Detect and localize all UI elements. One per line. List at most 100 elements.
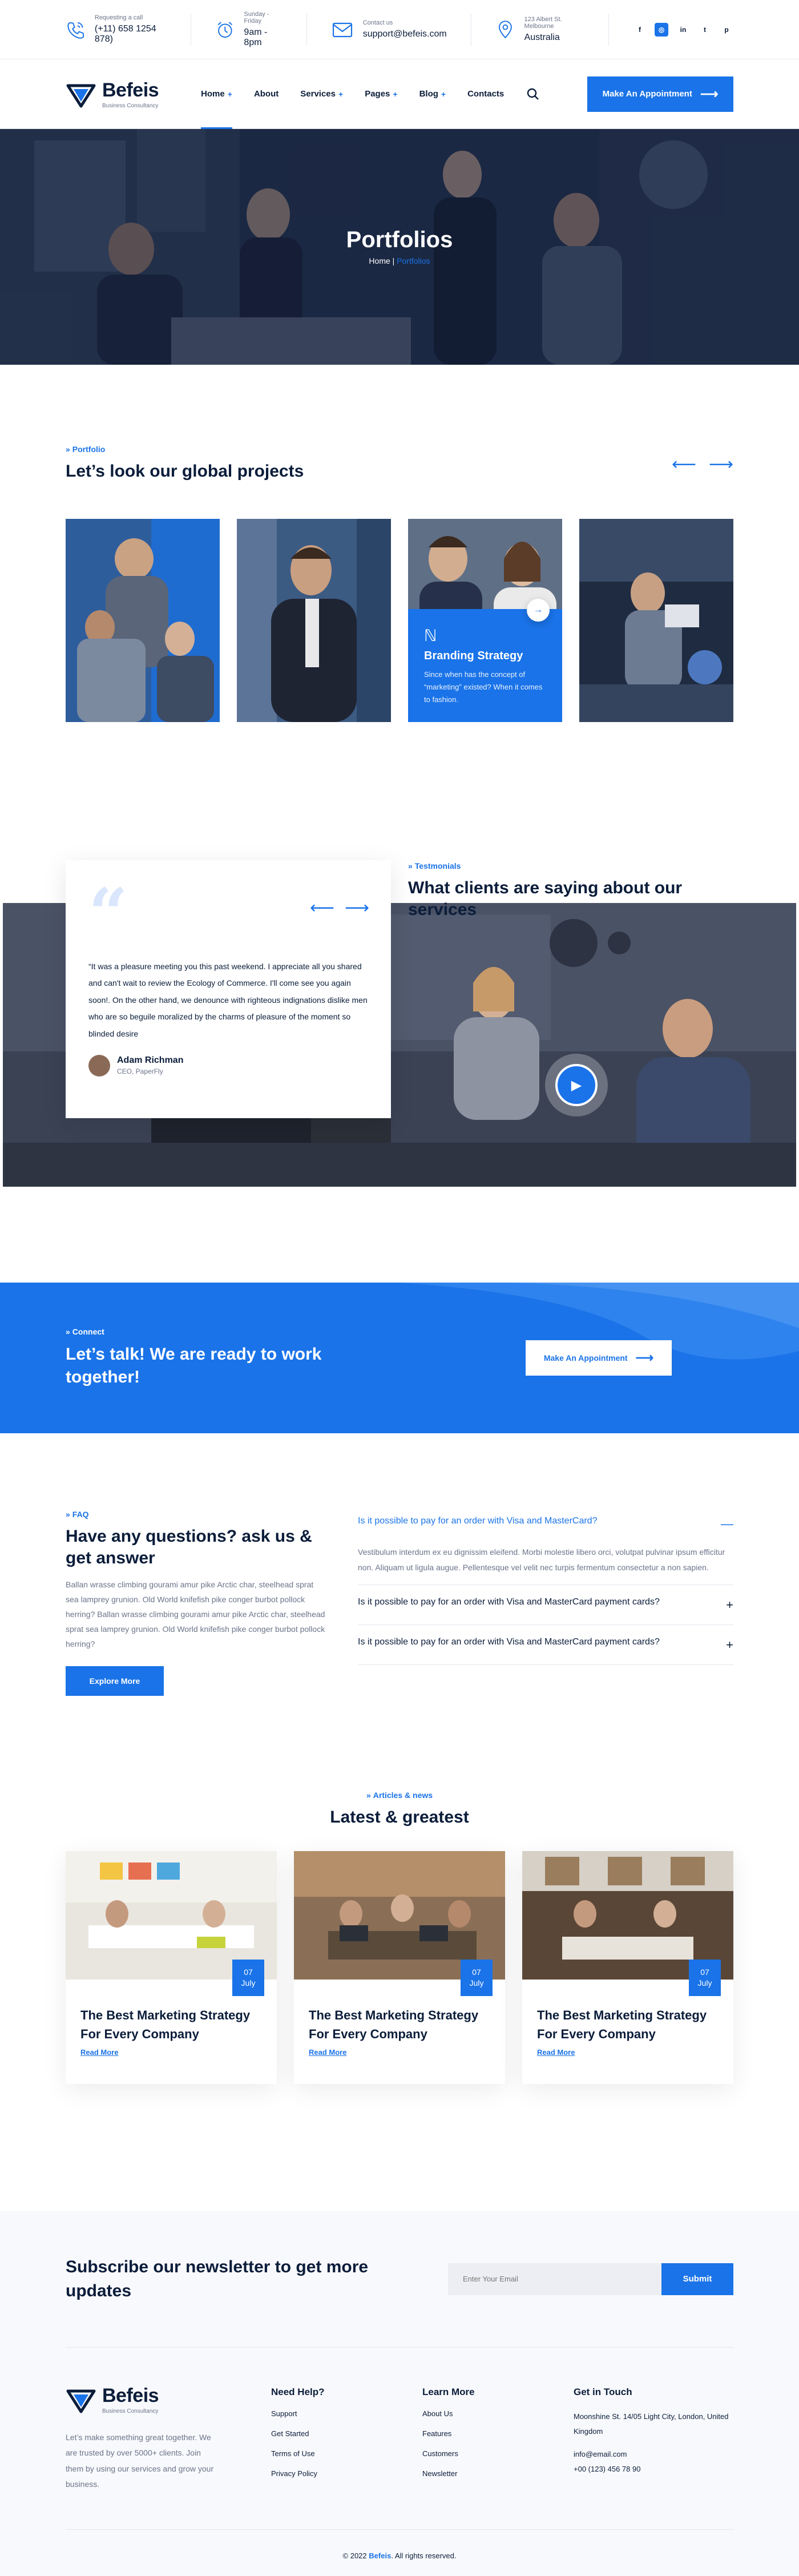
map-pin-icon: [498, 20, 512, 38]
logo-name: Befeis: [102, 79, 159, 101]
faq-question[interactable]: Is it possible to pay for an order with …: [358, 1513, 733, 1534]
testimonials-section: “ ⟵ ⟶ “It was a pleasure meeting you thi…: [0, 804, 799, 1283]
footer-link-terms[interactable]: Terms of Use: [271, 2449, 422, 2458]
blog-card[interactable]: 07 July The Best Marketing Strategy For E…: [66, 1851, 277, 2084]
minus-icon[interactable]: —: [721, 1513, 733, 1534]
plus-icon[interactable]: +: [726, 1634, 733, 1655]
submit-button[interactable]: Submit: [661, 2263, 733, 2295]
plus-icon[interactable]: +: [726, 1594, 733, 1615]
date-month: July: [241, 1978, 256, 1988]
footer-learn-column: Learn More About Us Features Customers N…: [422, 2384, 574, 2529]
dribbble-icon[interactable]: ◎: [655, 22, 668, 37]
footer-link-privacy[interactable]: Privacy Policy: [271, 2469, 422, 2478]
blog-card[interactable]: 07 July The Best Marketing Strategy For E…: [522, 1851, 733, 2084]
footer-email[interactable]: info@email.com: [574, 2447, 733, 2462]
logo-name: Befeis: [102, 2385, 159, 2406]
portfolio-card-featured[interactable]: ℕ Branding Strategy Since when has the c…: [408, 518, 562, 722]
footer-touch-column: Get in Touch Moonshine St. 14/05 Light C…: [574, 2384, 733, 2529]
portfolio-card[interactable]: [66, 518, 220, 722]
nav-pages[interactable]: Pages +: [365, 59, 397, 128]
footer-phone[interactable]: +00 (123) 456 78 90: [574, 2462, 733, 2477]
logo[interactable]: Befeis Business Consultancy: [66, 79, 159, 110]
portfolio-label-text: Portfolio: [72, 445, 106, 454]
testimonials-heading: » Testmonials What clients are saying abo…: [408, 861, 728, 920]
arrow-right-icon[interactable]: ⟶: [709, 454, 733, 474]
logo-tagline: Business Consultancy: [102, 2408, 159, 2414]
nav-contacts[interactable]: Contacts: [467, 59, 504, 128]
breadcrumb-separator: |: [392, 256, 395, 265]
arrow-left-icon[interactable]: ⟵: [672, 454, 696, 474]
hours-label: Sunday - Friday: [244, 11, 269, 25]
footer-link-customers[interactable]: Customers: [422, 2449, 574, 2458]
make-appointment-button[interactable]: Make An Appointment ⟶: [526, 1340, 672, 1376]
page-title: Portfolios: [346, 227, 453, 252]
footer-link-newsletter[interactable]: Newsletter: [422, 2469, 574, 2478]
date-badge: 07 July: [689, 1959, 721, 1996]
blog-card[interactable]: 07 July The Best Marketing Strategy For E…: [294, 1851, 505, 2084]
faq-question-text: Is it possible to pay for an order with …: [358, 1597, 660, 1607]
testimonials-title: What clients are saying about our servic…: [408, 878, 683, 919]
copyright-brand[interactable]: Befeis: [369, 2551, 391, 2560]
arrow-right-icon[interactable]: →: [527, 598, 550, 622]
blog-grid: 07 July The Best Marketing Strategy For E…: [66, 1851, 733, 2084]
arrow-left-icon[interactable]: ⟵: [310, 898, 334, 918]
faq-question[interactable]: Is it possible to pay for an order with …: [358, 1634, 733, 1655]
blog-post-title[interactable]: The Best Marketing Strategy For Every Co…: [309, 2006, 490, 2043]
blog-title: Latest & greatest: [330, 1808, 469, 1827]
breadcrumb: Home | Portfolios: [0, 256, 799, 265]
nav-home[interactable]: Home +: [201, 59, 232, 129]
read-more-link[interactable]: Read More: [537, 2048, 575, 2057]
copyright-prefix: © 2022: [342, 2551, 367, 2560]
footer-link-get-started[interactable]: Get Started: [271, 2429, 422, 2438]
portfolio-card[interactable]: [579, 518, 733, 722]
explore-more-button[interactable]: Explore More: [66, 1666, 164, 1696]
pinterest-icon[interactable]: p: [720, 23, 733, 37]
arrow-right-icon[interactable]: ⟶: [345, 898, 369, 918]
search-icon[interactable]: [527, 88, 539, 100]
author-role: CEO, PaperFly: [117, 1067, 163, 1076]
copyright: © 2022 Befeis. All rights reserved.: [66, 2529, 733, 2560]
connect-banner: » Connect Let’s talk! We are ready to wor…: [0, 1283, 799, 1433]
footer-link-about[interactable]: About Us: [422, 2409, 574, 2418]
read-more-link[interactable]: Read More: [80, 2048, 118, 2057]
date-day: 07: [472, 1967, 481, 1977]
faq-question[interactable]: Is it possible to pay for an order with …: [358, 1594, 733, 1615]
portfolio-title: Let’s look our global projects: [66, 462, 304, 481]
blog-post-title[interactable]: The Best Marketing Strategy For Every Co…: [537, 2006, 719, 2043]
nav-services[interactable]: Services +: [300, 59, 343, 128]
email-field[interactable]: [448, 2263, 661, 2295]
call-number[interactable]: (+11) 658 1254 878): [95, 24, 167, 45]
address-info: 123 Albert St. Melbourne Australia: [495, 13, 609, 46]
portfolio-card[interactable]: [237, 518, 391, 722]
footer-address: Moonshine St. 14/05 Light City, London, …: [574, 2412, 729, 2436]
make-appointment-button[interactable]: Make An Appointment ⟶: [587, 76, 733, 112]
linkedin-icon[interactable]: in: [676, 23, 690, 37]
portfolio-label: » Portfolio: [66, 445, 304, 454]
portfolio-nav: ⟵ ⟶: [672, 454, 733, 474]
facebook-icon[interactable]: f: [633, 23, 647, 37]
nav-about[interactable]: About: [254, 59, 279, 128]
plus-icon: +: [338, 89, 344, 99]
breadcrumb-home[interactable]: Home: [369, 256, 390, 265]
contact-email[interactable]: support@befeis.com: [363, 29, 447, 39]
footer-logo[interactable]: Befeis Business Consultancy: [66, 2384, 271, 2415]
play-video-button[interactable]: ▶: [545, 1054, 608, 1116]
plus-icon: +: [227, 89, 232, 99]
main-nav: Home + About Services + Pages + Blog + Conta…: [201, 59, 504, 129]
twitter-icon[interactable]: t: [698, 23, 712, 37]
portfolio-featured-info: ℕ Branding Strategy Since when has the c…: [408, 608, 562, 722]
logo-tagline: Business Consultancy: [102, 102, 159, 109]
email-info[interactable]: Contact us support@befeis.com: [331, 13, 471, 46]
portfolio-featured-title: Branding Strategy: [424, 649, 523, 662]
footer-link-features[interactable]: Features: [422, 2429, 574, 2438]
double-chevron-icon: »: [66, 1327, 70, 1336]
call-info[interactable]: Requesting a call (+11) 658 1254 878): [66, 13, 191, 46]
plus-icon: +: [441, 89, 446, 99]
hours-value: 9am - 8pm: [244, 27, 268, 47]
blog-post-title[interactable]: The Best Marketing Strategy For Every Co…: [80, 2006, 262, 2043]
newsletter: Subscribe our newsletter to get more upd…: [66, 2211, 733, 2348]
read-more-link[interactable]: Read More: [309, 2048, 346, 2057]
nav-blog[interactable]: Blog +: [419, 59, 446, 128]
footer-link-support[interactable]: Support: [271, 2409, 422, 2418]
envelope-icon: [332, 22, 352, 37]
